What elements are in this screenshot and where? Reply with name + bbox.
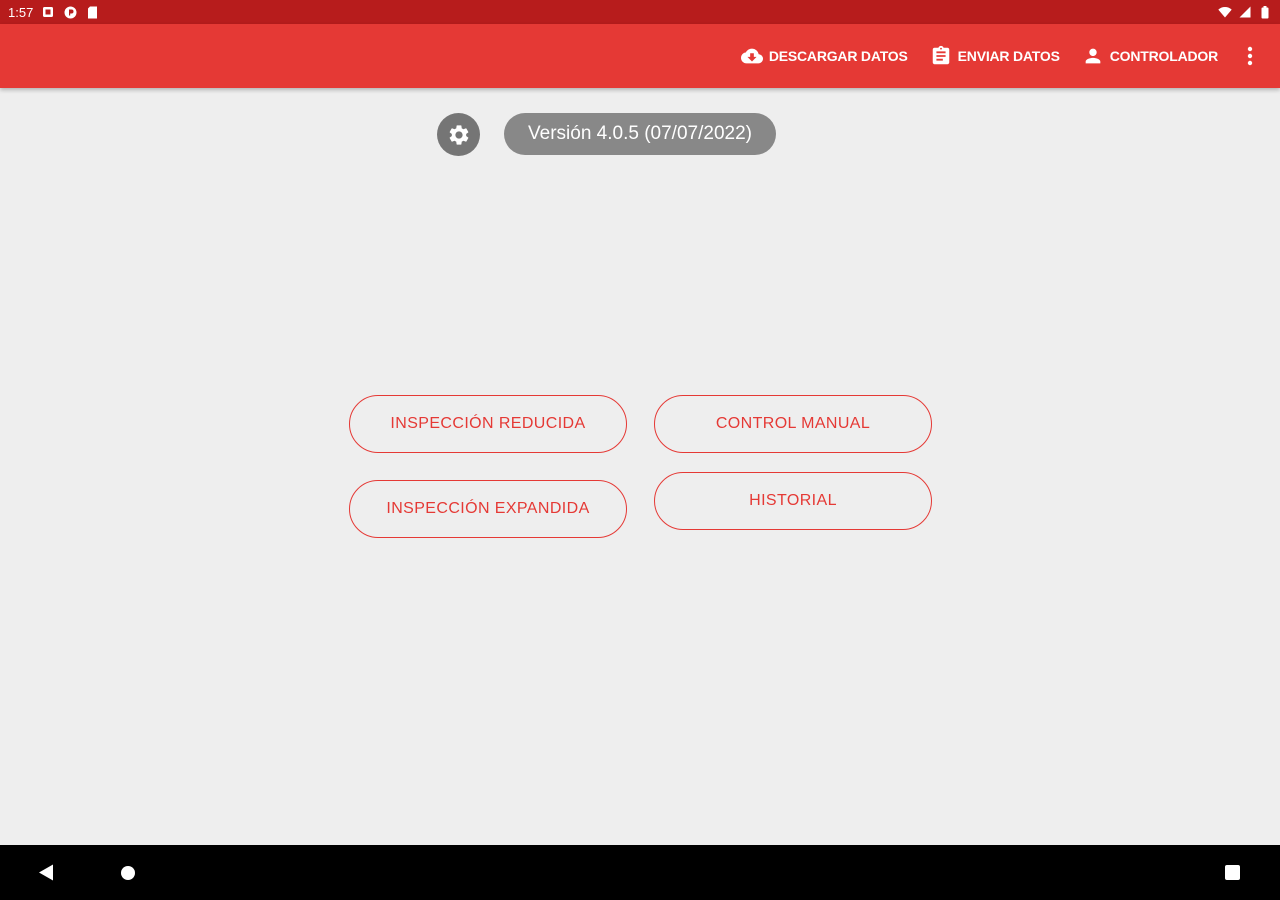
- inspeccion-expandida-button[interactable]: INSPECCIÓN EXPANDIDA: [349, 480, 627, 538]
- download-data-label: DESCARGAR DATOS: [768, 48, 908, 64]
- more-vert-icon[interactable]: [1238, 44, 1262, 68]
- home-icon[interactable]: [121, 866, 135, 880]
- download-data-button[interactable]: DESCARGAR DATOS: [740, 45, 908, 67]
- status-time: 1:57: [8, 4, 34, 20]
- cloud-download-icon: [740, 48, 763, 64]
- clipboard-icon: [932, 45, 949, 65]
- back-icon[interactable]: [38, 864, 54, 886]
- signal-icon: [1238, 5, 1252, 19]
- controller-button[interactable]: CONTROLADOR: [1082, 45, 1218, 67]
- sd-card-icon: [85, 5, 99, 19]
- app-badge-icon: [63, 5, 77, 19]
- person-icon: [1085, 48, 1101, 64]
- historial-button[interactable]: HISTORIAL: [654, 472, 932, 530]
- control-manual-button[interactable]: CONTROL MANUAL: [654, 395, 932, 453]
- settings-button[interactable]: [437, 113, 480, 156]
- status-right: [1218, 5, 1272, 19]
- battery-icon: [1258, 5, 1272, 19]
- gear-icon: [449, 124, 468, 145]
- inspeccion-reducida-button[interactable]: INSPECCIÓN REDUCIDA: [349, 395, 627, 453]
- app-bar: DESCARGAR DATOS ENVIAR DATOS CONTROLADOR: [0, 24, 1280, 88]
- system-nav-bar: [0, 845, 1280, 900]
- status-left: 1:57: [8, 5, 99, 20]
- recents-icon[interactable]: [1225, 865, 1240, 880]
- status-bar: 1:57: [0, 0, 1280, 24]
- send-data-label: ENVIAR DATOS: [957, 48, 1060, 64]
- version-badge: Versión 4.0.5 (07/07/2022): [504, 113, 776, 155]
- notification-icon: [41, 5, 55, 19]
- controller-label: CONTROLADOR: [1109, 48, 1218, 64]
- send-data-button[interactable]: ENVIAR DATOS: [930, 45, 1060, 67]
- wifi-icon: [1218, 5, 1232, 19]
